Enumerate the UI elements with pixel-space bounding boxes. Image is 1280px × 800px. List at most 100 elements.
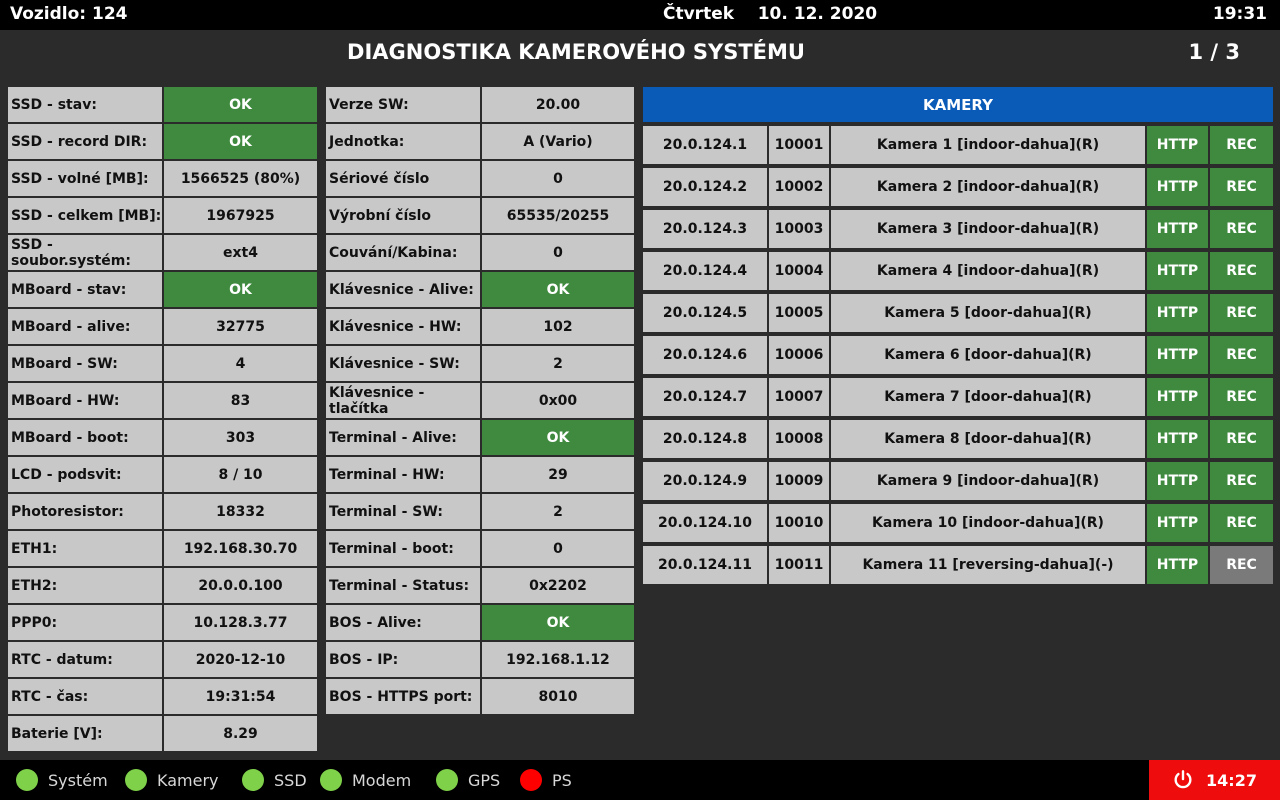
row-label: BOS - Alive: xyxy=(326,605,480,640)
table-row: Photoresistor: 18332 xyxy=(7,493,318,530)
rec-button[interactable]: REC xyxy=(1210,294,1273,332)
row-value: 2020-12-10 xyxy=(164,642,317,677)
row-label: SSD - volné [MB]: xyxy=(8,161,162,196)
table-row: Terminal - SW: 2 xyxy=(325,493,635,530)
camera-ip: 20.0.124.6 xyxy=(643,336,769,374)
status-badge: OK xyxy=(482,605,634,640)
table-row: Klávesnice - HW: 102 xyxy=(325,308,635,345)
row-label: RTC - čas: xyxy=(8,679,162,714)
rec-button[interactable]: REC xyxy=(1210,126,1273,164)
http-button[interactable]: HTTP xyxy=(1147,294,1210,332)
row-value: 18332 xyxy=(164,494,317,529)
row-label: SSD - soubor.systém: xyxy=(8,235,162,270)
status-item-modem: Modem xyxy=(320,769,411,791)
page-indicator[interactable]: 1 / 3 xyxy=(1188,40,1240,64)
camera-row: 20.0.124.11 10011 Kamera 11 [reversing-dah… xyxy=(643,546,1273,584)
rec-button[interactable]: REC xyxy=(1210,420,1273,458)
status-bar: Systém Kamery SSD Modem GPS PS 14:27 xyxy=(0,760,1280,800)
table-row: Výrobní číslo 65535/20255 xyxy=(325,197,635,234)
table-row: SSD - celkem [MB]: 1967925 xyxy=(7,197,318,234)
table-row: SSD - stav: OK xyxy=(7,86,318,123)
status-item-gps: GPS xyxy=(436,769,500,791)
row-label: Terminal - SW: xyxy=(326,494,480,529)
camera-ip: 20.0.124.4 xyxy=(643,252,769,290)
status-badge: OK xyxy=(164,124,317,159)
table-row: Sériové číslo 0 xyxy=(325,160,635,197)
status-label: GPS xyxy=(468,770,501,790)
camera-ip: 20.0.124.9 xyxy=(643,462,769,500)
status-item-ssd: SSD xyxy=(242,769,307,791)
table-row: Klávesnice - tlačítka 0x00 xyxy=(325,382,635,419)
camera-port: 10009 xyxy=(769,462,831,500)
table-row: RTC - čas: 19:31:54 xyxy=(7,678,318,715)
table-row: LCD - podsvit: 8 / 10 xyxy=(7,456,318,493)
camera-port: 10003 xyxy=(769,210,831,248)
row-value: 192.168.30.70 xyxy=(164,531,317,566)
row-label: Klávesnice - SW: xyxy=(326,346,480,381)
rec-button[interactable]: REC xyxy=(1210,378,1273,416)
status-label: PS xyxy=(552,770,572,790)
camera-row: 20.0.124.10 10010 Kamera 10 [indoor-dahua]… xyxy=(643,504,1273,542)
row-label: Klávesnice - tlačítka xyxy=(326,383,480,418)
power-button[interactable]: 14:27 xyxy=(1149,760,1280,800)
status-indicator-icon xyxy=(242,769,264,791)
camera-row: 20.0.124.6 10006 Kamera 6 [door-dahua](R) H… xyxy=(643,336,1273,374)
clock: 19:31 xyxy=(1212,4,1267,24)
status-indicator-icon xyxy=(320,769,342,791)
camera-ip: 20.0.124.2 xyxy=(643,168,769,206)
http-button[interactable]: HTTP xyxy=(1147,210,1210,248)
row-value: 192.168.1.12 xyxy=(482,642,634,677)
camera-row: 20.0.124.2 10002 Kamera 2 [indoor-dahua](R… xyxy=(643,168,1273,206)
row-label: SSD - celkem [MB]: xyxy=(8,198,162,233)
table-row: Couvání/Kabina: 0 xyxy=(325,234,635,271)
status-label: SSD xyxy=(274,770,307,790)
camera-port: 10001 xyxy=(769,126,831,164)
rec-button[interactable]: REC xyxy=(1210,336,1273,374)
http-button[interactable]: HTTP xyxy=(1147,336,1210,374)
row-value: 10.128.3.77 xyxy=(164,605,317,640)
http-button[interactable]: HTTP xyxy=(1147,546,1210,584)
camera-name: Kamera 7 [door-dahua](R) xyxy=(831,378,1147,416)
camera-ip: 20.0.124.11 xyxy=(643,546,769,584)
http-button[interactable]: HTTP xyxy=(1147,420,1210,458)
table-row: Klávesnice - SW: 2 xyxy=(325,345,635,382)
vehicle-id: Vozidlo: 124 xyxy=(10,4,128,24)
table-row: RTC - datum: 2020-12-10 xyxy=(7,641,318,678)
top-bar: Vozidlo: 124 Čtvrtek 10. 12. 2020 19:31 xyxy=(0,0,1280,30)
date: 10. 12. 2020 xyxy=(757,4,878,24)
http-button[interactable]: HTTP xyxy=(1147,504,1210,542)
camera-ip: 20.0.124.3 xyxy=(643,210,769,248)
camera-name: Kamera 3 [indoor-dahua](R) xyxy=(831,210,1147,248)
http-button[interactable]: HTTP xyxy=(1147,168,1210,206)
camera-row: 20.0.124.8 10008 Kamera 8 [door-dahua](R) H… xyxy=(643,420,1273,458)
table-row: ETH2: 20.0.0.100 xyxy=(7,567,318,604)
status-label: Systém xyxy=(48,770,108,790)
rec-button[interactable]: REC xyxy=(1210,210,1273,248)
row-label: MBoard - HW: xyxy=(8,383,162,418)
rec-button[interactable]: REC xyxy=(1210,504,1273,542)
rec-button[interactable]: REC xyxy=(1210,462,1273,500)
status-label: Modem xyxy=(352,770,412,790)
camera-port: 10004 xyxy=(769,252,831,290)
http-button[interactable]: HTTP xyxy=(1147,462,1210,500)
camera-ip: 20.0.124.1 xyxy=(643,126,769,164)
row-value: 1967925 xyxy=(164,198,317,233)
status-indicator-icon xyxy=(436,769,458,791)
table-row: Jednotka: A (Vario) xyxy=(325,123,635,160)
row-label: BOS - IP: xyxy=(326,642,480,677)
camera-row: 20.0.124.4 10004 Kamera 4 [indoor-dahua](R… xyxy=(643,252,1273,290)
http-button[interactable]: HTTP xyxy=(1147,252,1210,290)
row-value: ext4 xyxy=(164,235,317,270)
rec-button[interactable]: REC xyxy=(1210,546,1273,584)
table-row: Baterie [V]: 8.29 xyxy=(7,715,318,752)
http-button[interactable]: HTTP xyxy=(1147,378,1210,416)
row-value: 0x00 xyxy=(482,383,634,418)
day-name: Čtvrtek xyxy=(663,4,735,24)
rec-button[interactable]: REC xyxy=(1210,252,1273,290)
table-row: Terminal - Alive: OK xyxy=(325,419,635,456)
camera-row: 20.0.124.7 10007 Kamera 7 [door-dahua](R) H… xyxy=(643,378,1273,416)
row-value: 20.0.0.100 xyxy=(164,568,317,603)
http-button[interactable]: HTTP xyxy=(1147,126,1210,164)
table-row: MBoard - alive: 32775 xyxy=(7,308,318,345)
rec-button[interactable]: REC xyxy=(1210,168,1273,206)
